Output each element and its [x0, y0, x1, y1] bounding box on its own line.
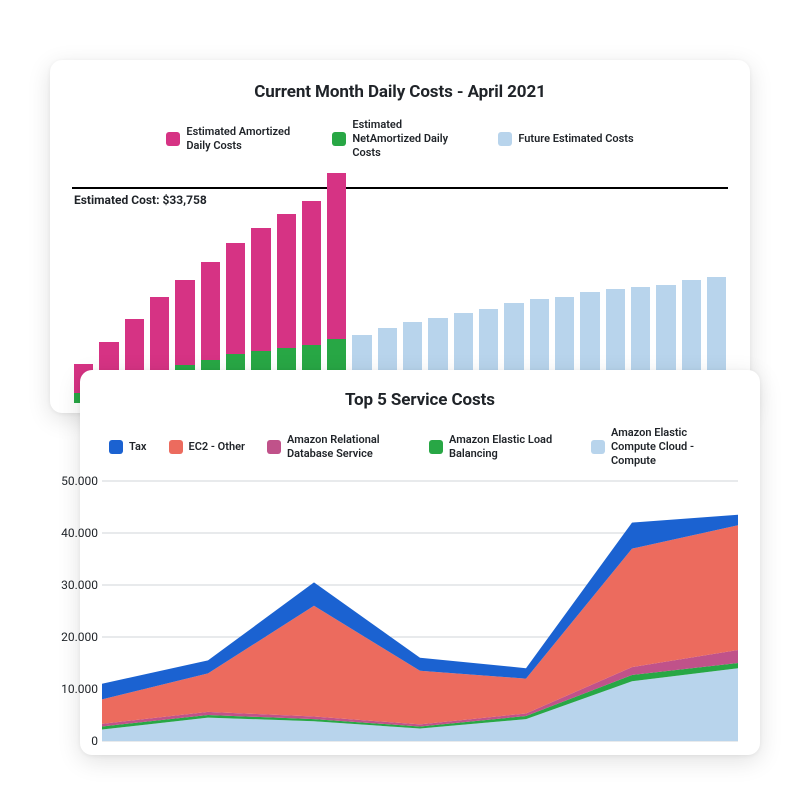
swatch-coral	[169, 440, 183, 454]
legend-item: Future Estimated Costs	[498, 118, 633, 159]
service-costs-legend: Tax EC2 - Other Amazon Relational Databa…	[102, 426, 738, 467]
legend-item: Amazon Elastic Compute Cloud - Compute	[591, 426, 731, 467]
bar	[327, 173, 346, 403]
legend-item: Amazon Relational Database Service	[267, 426, 407, 467]
swatch-blue	[109, 440, 123, 454]
bar	[125, 173, 144, 403]
bar-segment-amortized	[201, 262, 220, 360]
swatch-green	[332, 132, 346, 146]
bar	[580, 173, 599, 403]
bar	[606, 173, 625, 403]
bar	[479, 173, 498, 403]
bar	[707, 173, 726, 403]
bar	[428, 173, 447, 403]
legend-item: Tax	[109, 426, 146, 467]
bar	[277, 173, 296, 403]
bar	[656, 173, 675, 403]
swatch-magenta	[267, 440, 281, 454]
legend-label: EC2 - Other	[189, 440, 245, 454]
bar-segment-amortized	[327, 173, 346, 338]
bar-segment-amortized	[226, 243, 245, 354]
swatch-lightblue	[591, 440, 605, 454]
service-costs-title: Top 5 Service Costs	[102, 390, 738, 410]
bar	[251, 173, 270, 403]
legend-label: Amazon Elastic Load Balancing	[449, 433, 569, 461]
swatch-green	[429, 440, 443, 454]
bar	[226, 173, 245, 403]
legend-label: Estimated NetAmortized Daily Costs	[352, 118, 472, 159]
bar	[352, 173, 371, 403]
legend-item: Amazon Elastic Load Balancing	[429, 426, 569, 467]
bar	[403, 173, 422, 403]
bar-segment-amortized	[175, 280, 194, 365]
bar	[74, 173, 93, 403]
area-svg	[102, 481, 738, 741]
legend-label: Amazon Relational Database Service	[287, 433, 407, 461]
y-tick-label: 0	[50, 734, 98, 748]
y-tick-label: 30.000	[50, 578, 98, 592]
legend-label: Amazon Elastic Compute Cloud - Compute	[611, 426, 731, 467]
swatch-lightblue	[498, 132, 512, 146]
bar	[454, 173, 473, 403]
bar	[631, 173, 650, 403]
y-tick-label: 20.000	[50, 630, 98, 644]
daily-costs-card: Current Month Daily Costs - April 2021 E…	[50, 60, 750, 413]
bar-segment-amortized	[302, 201, 321, 345]
bar	[201, 173, 220, 403]
legend-label: Estimated Amortized Daily Costs	[186, 125, 306, 153]
legend-item: EC2 - Other	[169, 426, 245, 467]
bar	[530, 173, 549, 403]
bar	[504, 173, 523, 403]
area-chart: 010.00020.00030.00040.00050.000	[102, 481, 738, 741]
bar-segment-amortized	[150, 297, 169, 370]
bar	[175, 173, 194, 403]
bar	[682, 173, 701, 403]
bar-segment-amortized	[251, 228, 270, 350]
service-costs-card: Top 5 Service Costs Tax EC2 - Other Amaz…	[80, 370, 760, 755]
bar	[302, 173, 321, 403]
bar	[99, 173, 118, 403]
bar	[378, 173, 397, 403]
y-axis: 010.00020.00030.00040.00050.000	[50, 481, 98, 741]
bars-container	[72, 173, 728, 403]
bar	[555, 173, 574, 403]
bar-segment-amortized	[277, 214, 296, 348]
daily-costs-title: Current Month Daily Costs - April 2021	[72, 82, 728, 102]
y-tick-label: 10.000	[50, 682, 98, 696]
daily-costs-legend: Estimated Amortized Daily Costs Estimate…	[72, 118, 728, 159]
legend-label: Future Estimated Costs	[518, 132, 633, 146]
bar	[150, 173, 169, 403]
bar-chart: Estimated Cost: $33,758	[72, 173, 728, 403]
y-tick-label: 50.000	[50, 474, 98, 488]
swatch-pink	[166, 132, 180, 146]
legend-item: Estimated NetAmortized Daily Costs	[332, 118, 472, 159]
legend-item: Estimated Amortized Daily Costs	[166, 118, 306, 159]
legend-label: Tax	[129, 440, 146, 454]
y-tick-label: 40.000	[50, 526, 98, 540]
